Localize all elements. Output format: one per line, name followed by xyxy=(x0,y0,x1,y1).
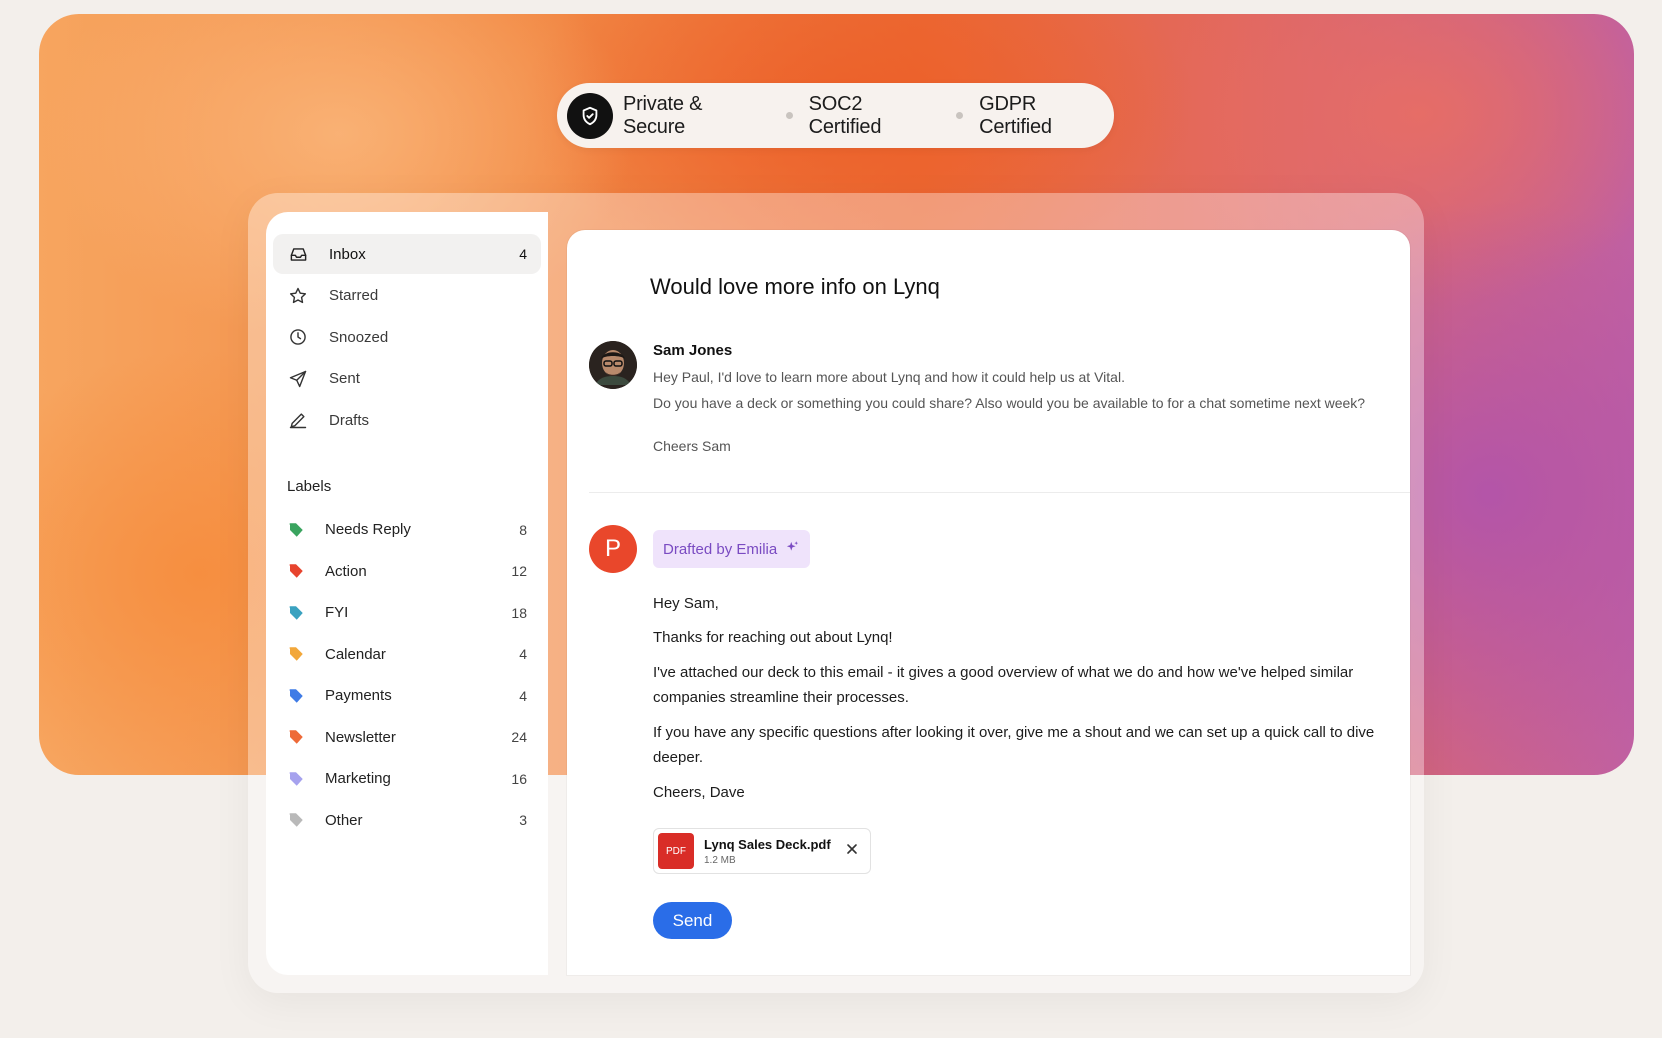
sidebar-item-starred[interactable]: Starred xyxy=(273,276,541,316)
tag-icon xyxy=(289,606,303,620)
label-name: Newsletter xyxy=(325,728,396,746)
sidebar-label-item[interactable]: Needs Reply 8 xyxy=(273,509,541,551)
label-count: 24 xyxy=(511,729,527,746)
sidebar-item-sent[interactable]: Sent xyxy=(273,359,541,399)
sidebar-item-drafts[interactable]: Drafts xyxy=(273,400,541,440)
tag-icon xyxy=(289,772,303,786)
label-name: Payments xyxy=(325,687,392,705)
sidebar-item-label: Drafts xyxy=(329,411,370,429)
inbox-count: 4 xyxy=(519,246,527,262)
sidebar-label-item[interactable]: Payments 4 xyxy=(273,675,541,717)
reply-body-line: Cheers, Dave xyxy=(653,784,745,801)
reply-body-line: Hey Sam, xyxy=(653,595,719,612)
sidebar-item-snoozed[interactable]: Snoozed xyxy=(273,317,541,357)
star-icon xyxy=(287,285,309,307)
clock-icon xyxy=(287,326,309,348)
label-name: Marketing xyxy=(325,770,391,788)
label-count: 8 xyxy=(519,521,527,538)
tag-icon xyxy=(289,813,303,827)
sidebar-label-item[interactable]: FYI 18 xyxy=(273,592,541,634)
label-name: Action xyxy=(325,562,367,580)
email-body-line: Do you have a deck or something you coul… xyxy=(653,395,1366,411)
label-name: Other xyxy=(325,811,363,829)
drafted-by-badge: Drafted by Emilia xyxy=(653,530,811,568)
trust-badge-bar: Private & Secure SOC2 Certified GDPR Cer… xyxy=(557,83,1114,148)
attachment-info: Lynq Sales Deck.pdf 1.2 MB xyxy=(704,837,831,866)
send-button[interactable]: Send xyxy=(653,902,732,939)
sidebar-item-label: Sent xyxy=(329,370,360,387)
trust-item-private: Private & Secure xyxy=(622,92,703,138)
label-count: 3 xyxy=(519,812,527,829)
reply-body-line: If you have any specific questions after… xyxy=(653,724,1375,766)
shield-check-icon xyxy=(567,92,613,139)
sidebar-item-inbox[interactable]: Inbox 4 xyxy=(273,234,541,274)
email-view: Would love more info on Lynq Sam Jones H… xyxy=(567,230,1410,975)
sidebar-label-item[interactable]: Other 3 xyxy=(273,800,541,842)
attachment-size: 1.2 MB xyxy=(704,854,736,866)
email-body-line: Hey Paul, I'd love to learn more about L… xyxy=(653,369,1125,385)
separator-dot xyxy=(956,112,964,119)
label-count: 4 xyxy=(519,646,527,663)
sidebar-item-label: Inbox xyxy=(329,245,366,263)
sender-name: Sam Jones xyxy=(653,342,733,359)
draft-badge-label: Drafted by Emilia xyxy=(663,540,778,558)
sidebar: Inbox 4 Starred Snoozed Sent Drafts Labe… xyxy=(266,212,548,975)
email-subject: Would love more info on Lynq xyxy=(650,274,940,299)
tag-icon xyxy=(289,730,303,744)
separator-dot xyxy=(785,112,793,119)
sidebar-item-label: Starred xyxy=(329,287,379,304)
tag-icon xyxy=(289,523,303,537)
send-icon xyxy=(287,368,309,390)
email-body-line: Cheers Sam xyxy=(653,438,731,454)
sparkle-icon xyxy=(785,540,800,559)
tag-icon xyxy=(289,647,303,661)
pencil-icon xyxy=(287,409,309,431)
attachment-name: Lynq Sales Deck.pdf xyxy=(704,836,831,852)
label-name: FYI xyxy=(325,604,349,622)
divider xyxy=(589,492,1410,493)
label-count: 16 xyxy=(511,770,527,787)
labels-list: Needs Reply 8 Action 12 FYI 18 Calendar 4 Paymen… xyxy=(273,509,541,841)
label-name: Calendar xyxy=(325,645,386,663)
trust-item-soc2: SOC2 Certified xyxy=(808,92,882,138)
sidebar-item-label: Snoozed xyxy=(329,328,389,346)
sidebar-label-item[interactable]: Action 12 xyxy=(273,551,541,593)
reply-body-line: I've attached our deck to this email - i… xyxy=(653,664,1354,706)
label-name: Needs Reply xyxy=(325,521,411,539)
label-count: 4 xyxy=(519,687,527,704)
sidebar-label-item[interactable]: Calendar 4 xyxy=(273,634,541,676)
trust-item-gdpr: GDPR Certified xyxy=(979,92,1052,138)
label-count: 18 xyxy=(511,604,527,621)
reply-body-line: Thanks for reaching out about Lynq! xyxy=(653,629,893,646)
attachment-chip[interactable]: PDF Lynq Sales Deck.pdf 1.2 MB xyxy=(653,828,871,874)
tag-icon xyxy=(289,564,303,578)
avatar xyxy=(589,341,637,389)
close-icon[interactable] xyxy=(846,842,858,860)
avatar: P xyxy=(589,525,637,573)
tag-icon xyxy=(289,689,303,703)
label-count: 12 xyxy=(511,563,527,580)
sidebar-label-item[interactable]: Newsletter 24 xyxy=(273,717,541,759)
pdf-file-icon: PDF xyxy=(658,833,694,869)
labels-heading: Labels xyxy=(287,478,332,495)
inbox-icon xyxy=(287,243,309,265)
sidebar-label-item[interactable]: Marketing 16 xyxy=(273,758,541,800)
